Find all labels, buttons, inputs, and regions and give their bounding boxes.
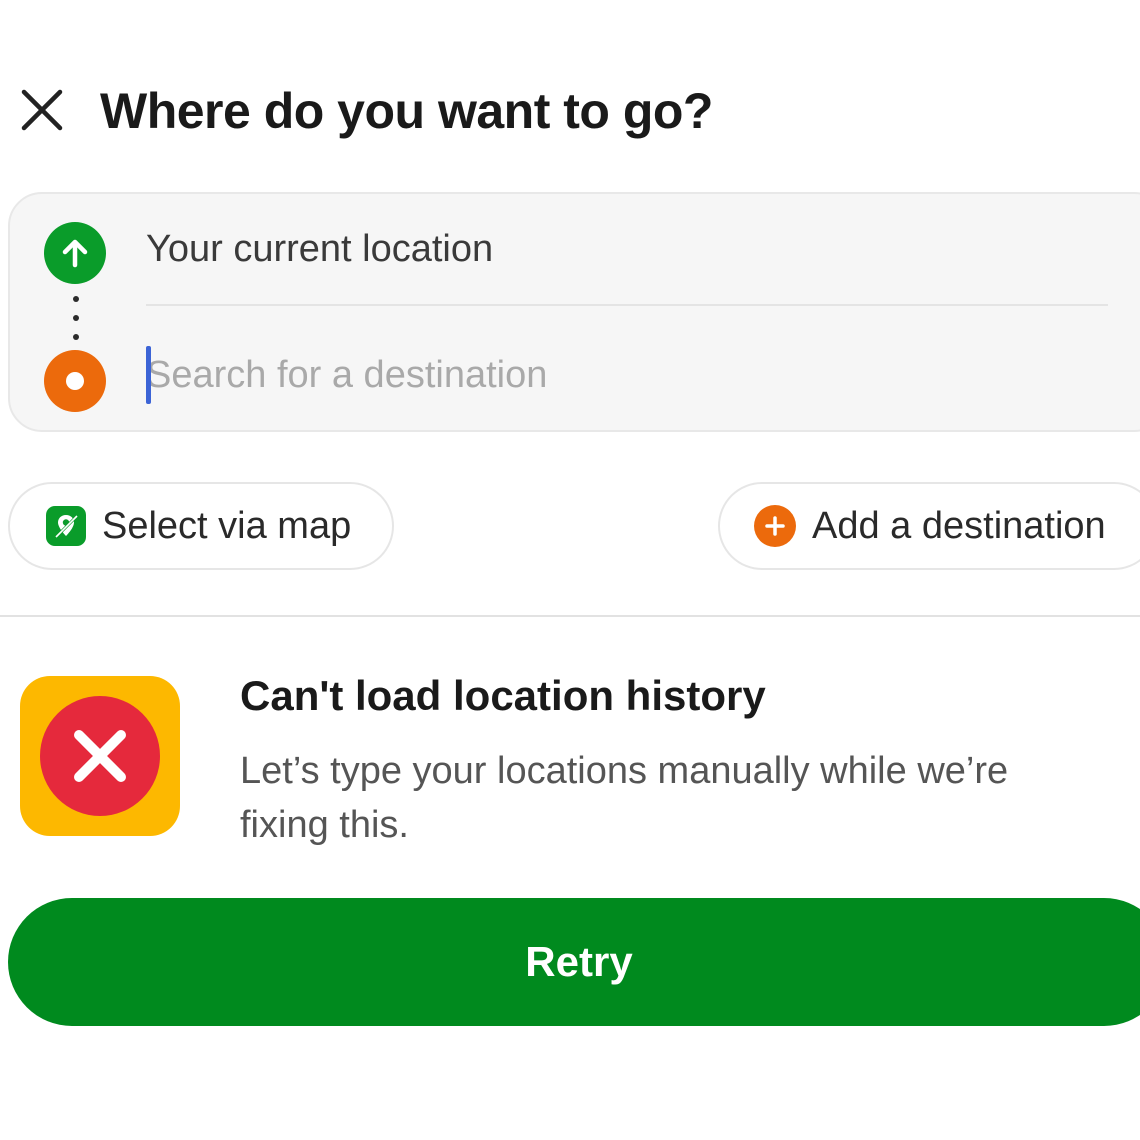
section-divider (0, 615, 1140, 617)
page-title: Where do you want to go? (100, 83, 713, 139)
error-message: Let’s type your locations manually while… (240, 750, 1009, 846)
destination-field[interactable] (144, 342, 1104, 408)
map-pin-icon (46, 506, 86, 546)
retry-button[interactable]: Retry (8, 898, 1140, 1026)
error-title: Can't load location history (240, 672, 766, 719)
plus-circle-icon (754, 505, 796, 547)
retry-label: Retry (525, 938, 633, 985)
destination-ring-icon (44, 350, 106, 412)
select-via-map-label: Select via map (102, 505, 352, 547)
add-destination-button[interactable]: Add a destination (718, 482, 1140, 570)
page: Where do you want to go? Your current lo… (0, 0, 1140, 1140)
text-caret (146, 346, 151, 404)
origin-field[interactable]: Your current location (146, 224, 493, 274)
add-destination-label: Add a destination (812, 505, 1106, 547)
destination-search-input[interactable] (144, 342, 1104, 408)
close-button[interactable] (18, 86, 66, 134)
error-tile (20, 676, 180, 836)
route-dots (72, 296, 80, 340)
arrow-up-circle-icon (44, 222, 106, 284)
field-divider (146, 304, 1108, 306)
select-via-map-button[interactable]: Select via map (8, 482, 394, 570)
error-x-icon (40, 696, 160, 816)
close-icon (21, 89, 63, 131)
